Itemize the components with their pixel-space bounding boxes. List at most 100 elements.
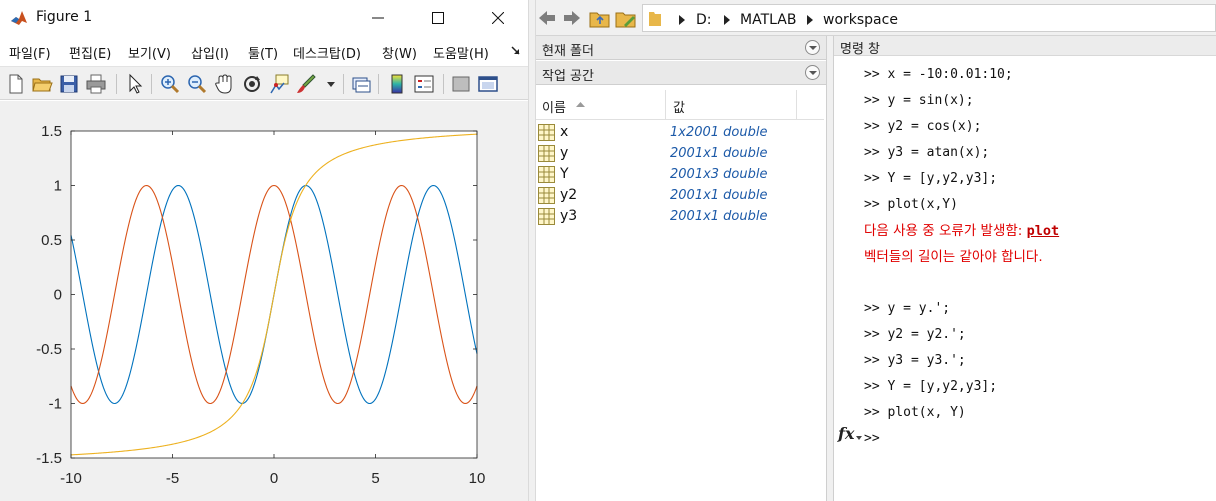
command-line: >> y = y.'; (864, 301, 951, 316)
vertical-splitter[interactable] (528, 0, 536, 501)
back-arrow-icon[interactable] (538, 10, 556, 26)
error-function-link[interactable]: plot (1027, 223, 1060, 239)
x-tick-label: 5 (371, 470, 379, 487)
variable-value: 1x2001 double (670, 125, 768, 140)
column-name-label: 이름 (542, 101, 566, 116)
sort-ascending-icon (576, 102, 585, 107)
breadcrumb-separator-icon[interactable] (807, 15, 813, 25)
pan-hand-icon[interactable] (213, 73, 235, 95)
breadcrumb-separator-icon[interactable] (724, 15, 730, 25)
y-tick-label: 0.5 (41, 232, 62, 249)
minimize-button[interactable] (356, 4, 400, 32)
left-panel: 현재 폴더 작업 공간 이름 값 x 1x2001 double y 2001x1 d… (536, 36, 826, 501)
y-tick-label: -1 (49, 396, 62, 413)
workspace-variable-row[interactable]: y2 2001x1 double (536, 185, 824, 206)
menu-tools[interactable]: 툴(T) (248, 43, 278, 62)
command-history-lines: >> x = -10:0.01:10; >> y = sin(x); >> y2 =… (864, 62, 1214, 452)
menu-view[interactable]: 보기(V) (128, 43, 171, 62)
current-folder-header[interactable]: 현재 폴더 (536, 36, 826, 60)
colorbar-icon[interactable] (386, 73, 408, 95)
variable-name: x (560, 124, 569, 140)
variable-name: Y (560, 166, 569, 182)
zoom-in-icon[interactable] (159, 73, 181, 95)
matlab-logo-icon (10, 9, 28, 27)
x-tick-label: 0 (270, 470, 278, 487)
x-tick-label: -10 (60, 470, 82, 487)
workspace-variable-row[interactable]: Y 2001x3 double (536, 164, 824, 185)
variable-name: y2 (560, 187, 578, 203)
variable-matrix-icon (538, 187, 555, 204)
workspace-table-header: 이름 값 (536, 90, 824, 120)
save-icon[interactable] (58, 73, 80, 95)
breadcrumb-workspace[interactable]: workspace (823, 12, 898, 28)
link-plot-icon[interactable] (350, 73, 372, 95)
desktop-address-toolbar: D: MATLAB workspace (536, 0, 1216, 36)
workspace-variable-list: x 1x2001 double y 2001x1 double Y 2001x3 doub… (536, 122, 824, 227)
open-file-icon[interactable] (31, 73, 53, 95)
command-line: >> y = sin(x); (864, 93, 974, 108)
toolbar-separator (151, 74, 152, 94)
command-prompt[interactable]: >> (864, 426, 1214, 452)
figure-title: Figure 1 (36, 9, 93, 25)
browse-folder-icon[interactable] (615, 7, 637, 29)
show-plot-tools-icon[interactable] (477, 73, 499, 95)
command-line: >> plot(x,Y) (864, 197, 958, 212)
menu-file[interactable]: 파일(F) (9, 43, 51, 62)
figure-toolbar (0, 66, 528, 100)
rotate-3d-icon[interactable] (241, 73, 263, 95)
variable-matrix-icon (538, 124, 555, 141)
legend-icon[interactable] (413, 73, 435, 95)
current-folder-menu-icon[interactable] (805, 40, 820, 55)
breadcrumb-matlab[interactable]: MATLAB (740, 12, 796, 28)
workspace-variable-row[interactable]: y 2001x1 double (536, 143, 824, 164)
up-one-level-icon[interactable] (589, 7, 611, 29)
select-arrow-icon[interactable] (124, 73, 146, 95)
variable-name: y3 (560, 208, 578, 224)
new-figure-icon[interactable] (5, 73, 27, 95)
workspace-menu-icon[interactable] (805, 65, 820, 80)
menu-help[interactable]: 도움말(H) (433, 43, 489, 62)
variable-value: 2001x1 double (670, 146, 768, 161)
fx-dropdown-icon[interactable] (856, 436, 862, 441)
plot-area[interactable]: -10 -5 0 5 10 -1.5 -1 -0.5 0 0.5 1 1.5 (0, 101, 528, 501)
toolbar-separator (343, 74, 344, 94)
brush-dropdown-icon[interactable] (327, 82, 335, 88)
menu-window[interactable]: 창(W) (382, 43, 417, 62)
figure-menubar: 파일(F) 편집(E) 보기(V) 삽입(I) 툴(T) 데스크탑(D) 창(W… (0, 38, 528, 64)
workspace-variable-row[interactable]: y3 2001x1 double (536, 206, 824, 227)
breadcrumb-separator-icon[interactable] (679, 15, 685, 25)
menu-edit[interactable]: 편집(E) (69, 43, 111, 62)
print-icon[interactable] (85, 73, 107, 95)
workspace-variable-row[interactable]: x 1x2001 double (536, 122, 824, 143)
x-tick-label: -5 (166, 470, 179, 487)
menu-desktop[interactable]: 데스크탑(D) (293, 43, 361, 62)
command-window-header[interactable]: 명령 창 (834, 36, 1216, 57)
variable-matrix-icon (538, 145, 555, 162)
breadcrumb-drive[interactable]: D: (696, 12, 712, 28)
menu-insert[interactable]: 삽입(I) (191, 43, 229, 62)
hide-plot-tools-icon[interactable] (450, 73, 472, 95)
forward-arrow-icon[interactable] (563, 10, 581, 26)
folder-icon (649, 12, 661, 26)
close-button[interactable] (476, 4, 520, 32)
command-line: >> x = -10:0.01:10; (864, 67, 1013, 82)
column-header-value[interactable]: 값 (667, 90, 797, 120)
maximize-button[interactable] (416, 4, 460, 32)
error-message-line: 벡터들의 길이는 같아야 합니다. (864, 244, 1214, 270)
function-browser-icon[interactable]: fx (838, 424, 854, 443)
brush-icon[interactable] (295, 73, 317, 95)
command-line: >> y3 = atan(x); (864, 145, 990, 160)
column-header-name[interactable]: 이름 (536, 90, 666, 120)
data-cursor-icon[interactable] (268, 73, 290, 95)
workspace-header[interactable]: 작업 공간 (536, 61, 826, 85)
y-tick-label: 1.5 (41, 123, 62, 140)
variable-matrix-icon (538, 166, 555, 183)
x-tick-label: 10 (469, 470, 486, 487)
command-window[interactable]: 명령 창 >> x = -10:0.01:10; >> y = sin(x); >>… (833, 36, 1216, 501)
close-icon (492, 12, 504, 24)
menu-overflow-arrow-icon[interactable] (511, 46, 521, 56)
zoom-out-icon[interactable] (186, 73, 208, 95)
address-bar[interactable]: D: MATLAB workspace (642, 4, 1216, 32)
axes[interactable]: -10 -5 0 5 10 -1.5 -1 -0.5 0 0.5 1 1.5 (36, 123, 485, 487)
maximize-icon (432, 12, 444, 24)
